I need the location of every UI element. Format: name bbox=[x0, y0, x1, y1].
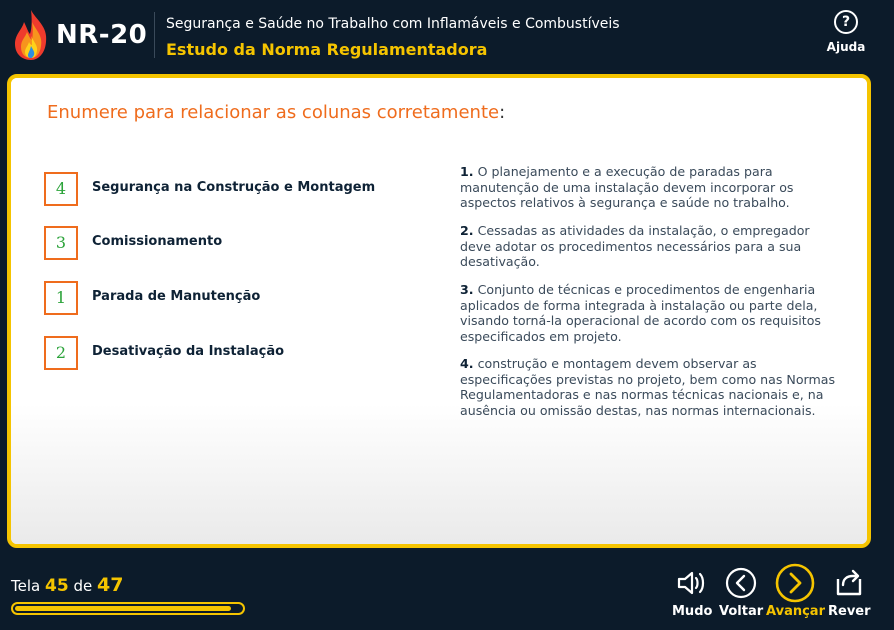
speaker-icon bbox=[677, 571, 705, 595]
description-item: 4. construção e montagem devem observar … bbox=[460, 356, 840, 418]
answer-input[interactable]: 1 bbox=[44, 281, 78, 315]
answer-input[interactable]: 3 bbox=[44, 226, 78, 260]
description-number: 4. bbox=[460, 356, 474, 371]
replay-label: Rever bbox=[828, 604, 871, 619]
nr20-logo: NR-20 bbox=[10, 8, 150, 64]
match-row: 2 Desativação da Instalação bbox=[44, 336, 424, 370]
back-button[interactable]: Voltar bbox=[719, 564, 763, 619]
course-subtitle: Estudo da Norma Regulamentadora bbox=[166, 40, 488, 59]
match-label: Parada de Manutenção bbox=[92, 289, 261, 304]
match-row: 3 Comissionamento bbox=[44, 226, 424, 260]
app-header: NR-20 Segurança e Saúde no Trabalho com … bbox=[0, 0, 894, 72]
description-text: Conjunto de técnicas e procedimentos de … bbox=[460, 282, 821, 344]
replay-button[interactable]: Rever bbox=[828, 564, 871, 619]
heading-colon: : bbox=[499, 102, 506, 123]
mute-label: Mudo bbox=[672, 604, 713, 619]
next-label: Avançar bbox=[766, 604, 825, 619]
screen-counter: Tela 45 de 47 bbox=[11, 574, 123, 596]
description-text: O planejamento e a execução de paradas p… bbox=[460, 164, 794, 210]
progress-bar bbox=[11, 602, 245, 615]
screen-label: Tela bbox=[11, 577, 41, 595]
mute-button[interactable]: Mudo bbox=[672, 564, 712, 619]
help-label: Ajuda bbox=[826, 40, 866, 54]
match-label: Desativação da Instalação bbox=[92, 344, 285, 359]
description-text: construção e montagem devem observar as … bbox=[460, 356, 836, 418]
of-label: de bbox=[73, 577, 93, 595]
help-button[interactable]: ? Ajuda bbox=[826, 8, 866, 64]
logo-text: NR-20 bbox=[56, 20, 148, 50]
description-number: 2. bbox=[460, 223, 474, 238]
description-text: Cessadas as atividades da instalação, o … bbox=[460, 223, 810, 269]
answer-input[interactable]: 2 bbox=[44, 336, 78, 370]
description-item: 3. Conjunto de técnicas e procedimentos … bbox=[460, 282, 840, 344]
content-panel-inner: Enumere para relacionar as colunas corre… bbox=[11, 78, 867, 544]
match-label: Comissionamento bbox=[92, 234, 223, 249]
current-screen: 45 bbox=[44, 576, 69, 596]
total-screens: 47 bbox=[96, 574, 124, 596]
match-label: Segurança na Construção e Montagem bbox=[92, 180, 376, 195]
chevron-right-icon bbox=[775, 563, 815, 603]
header-divider bbox=[154, 12, 155, 58]
next-button[interactable]: Avançar bbox=[766, 563, 825, 619]
description-item: 1. O planejamento e a execução de parada… bbox=[460, 164, 840, 211]
description-number: 3. bbox=[460, 282, 474, 297]
match-row: 4 Segurança na Construção e Montagem bbox=[44, 172, 424, 206]
question-circle-icon: ? bbox=[834, 10, 858, 34]
answer-input[interactable]: 4 bbox=[44, 172, 78, 206]
description-item: 2. Cessadas as atividades da instalação,… bbox=[460, 223, 840, 270]
page-heading: Enumere para relacionar as colunas corre… bbox=[47, 102, 505, 123]
heading-text: Enumere para relacionar as colunas corre… bbox=[47, 102, 500, 123]
chevron-left-icon bbox=[725, 567, 757, 599]
match-row: 1 Parada de Manutenção bbox=[44, 281, 424, 315]
replay-icon bbox=[836, 569, 862, 596]
progress-fill bbox=[15, 606, 232, 611]
content-panel: Enumere para relacionar as colunas corre… bbox=[7, 74, 871, 548]
description-number: 1. bbox=[460, 164, 474, 179]
back-label: Voltar bbox=[719, 604, 764, 619]
course-title: Segurança e Saúde no Trabalho com Inflam… bbox=[166, 16, 620, 32]
flame-icon bbox=[15, 10, 47, 60]
